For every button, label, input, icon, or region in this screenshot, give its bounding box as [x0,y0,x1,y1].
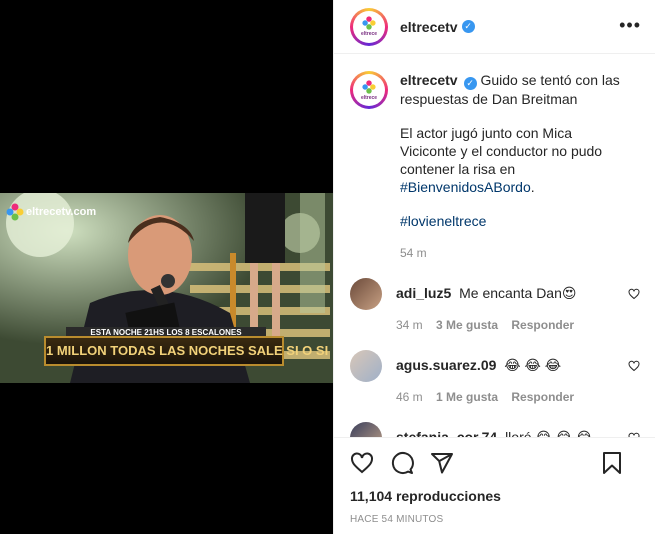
media-area[interactable]: eltrecetv.com ESTA NOCHE 21HS LOS 8 ESCA… [0,0,333,534]
eltrece-logo-icon [362,16,376,30]
reply-button[interactable]: Responder [511,318,574,332]
comments-list[interactable]: eltrece eltrecetv ✓ Guido se tentó con la… [334,55,655,437]
comment-username[interactable]: agus.suarez.09 [396,357,496,373]
eltrece-logo-icon [6,203,24,221]
comment-meta: 34 m 3 Me gusta Responder [396,316,626,334]
avatar-logo-text: eltrece [360,31,378,37]
comment-text: Me encanta Dan [459,285,562,301]
comment-avatar[interactable] [350,278,382,310]
comment-emoji: 😍 [561,285,577,301]
like-heart-icon[interactable] [350,451,374,475]
post-footer: 11,104 reproducciones HACE 54 MINUTOS [334,437,655,534]
caption-avatar[interactable]: eltrece [350,71,388,109]
caption-body: El actor jugó junto con Mica Viciconte y… [400,125,603,177]
like-comment-heart-icon[interactable] [628,360,640,372]
caption: eltrece eltrecetv ✓ Guido se tentó con la… [334,55,655,262]
verified-badge-icon: ✓ [463,77,477,90]
post-side-panel: eltrece eltrecetv ✓ ••• eltrece eltrecet… [333,0,655,534]
author-avatar[interactable]: eltrece [350,7,388,46]
comment-avatar[interactable] [350,422,382,437]
comment-time: 46 m [396,390,423,404]
reply-button[interactable]: Responder [511,390,574,404]
comment-username[interactable]: stefania_cor.74 [396,429,497,437]
banner-main-text: 1 MILLON TODAS LAS NOCHES SALE SI O SI [46,343,329,358]
comment-username[interactable]: adi_luz5 [396,285,451,301]
comment-likes-link[interactable]: 1 Me gusta [436,390,498,404]
channel-logo-text: eltrecetv.com [26,206,97,218]
author-username[interactable]: eltrecetv [400,19,458,35]
comment-time: 34 m [396,318,423,332]
caption-hashtags: #lovieneltrece [400,212,630,230]
caption-period: . [530,179,535,195]
caption-text: eltrecetv ✓ Guido se tentó con las respue… [400,71,630,262]
comment-item: stefania_cor.74 lloré 😂 😂 😂 [334,422,655,437]
comment-emoji: 😂 😂 😂 [535,429,593,437]
comment-item: agus.suarez.09 😂 😂 😂 46 m 1 Me gusta Res… [334,350,655,406]
caption-time: 54 m [400,246,427,260]
comment-emoji: 😂 😂 😂 [504,357,562,373]
comment-text: lloré [505,429,532,437]
comment-likes-link[interactable]: 3 Me gusta [436,318,498,332]
comment-meta: 46 m 1 Me gusta Responder [396,388,626,406]
banner-main: 1 MILLON TODAS LAS NOCHES SALE SI O SI [44,336,329,366]
channel-logo: eltrecetv.com [6,203,96,221]
caption-paragraph: El actor jugó junto con Mica Viciconte y… [400,124,630,196]
comment-item: adi_luz5 Me encanta Dan😍 34 m 3 Me gusta… [334,278,655,334]
hashtag-link[interactable]: #lovieneltrece [400,213,486,229]
action-bar [334,438,655,488]
like-comment-heart-icon[interactable] [628,288,640,300]
posted-time[interactable]: HACE 54 MINUTOS [334,514,655,525]
caption-username[interactable]: eltrecetv [400,72,458,88]
save-bookmark-icon[interactable] [600,451,624,475]
instagram-post-view: eltrecetv.com ESTA NOCHE 21HS LOS 8 ESCA… [0,0,655,534]
eltrece-logo-icon [362,79,376,94]
avatar-logo-text: eltrece [360,94,378,101]
post-header: eltrece eltrecetv ✓ ••• [334,0,655,54]
video-player[interactable]: eltrecetv.com ESTA NOCHE 21HS LOS 8 ESCA… [0,193,333,383]
verified-badge-icon: ✓ [461,20,475,33]
comment-avatar[interactable] [350,350,382,382]
hashtag-link[interactable]: #BienvenidosABordo [400,179,531,195]
more-options-icon[interactable]: ••• [619,16,641,34]
comment-bubble-icon[interactable] [390,451,414,475]
share-direct-icon[interactable] [430,451,454,475]
view-count[interactable]: 11,104 reproducciones [334,488,655,504]
